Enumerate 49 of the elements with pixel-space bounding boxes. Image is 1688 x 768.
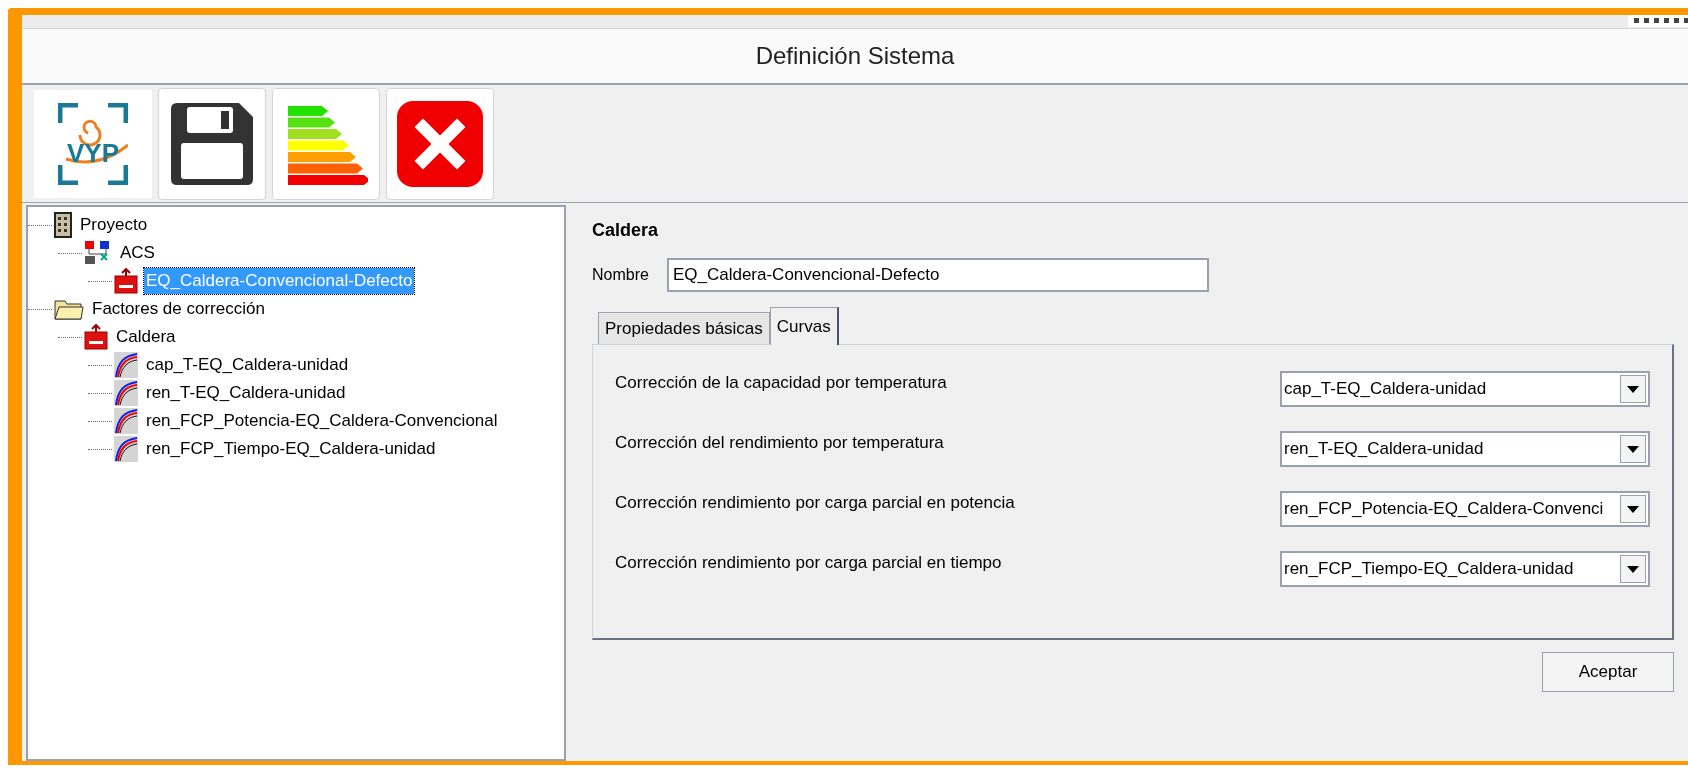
- curve-dropdown[interactable]: ren_FCP_Potencia-EQ_Caldera-Convenci: [1280, 491, 1650, 527]
- tree-item[interactable]: ren_FCP_Potencia-EQ_Caldera-Convencional: [144, 408, 500, 434]
- window-title: Definición Sistema: [755, 41, 955, 71]
- tab[interactable]: Propiedades básicas: [598, 312, 770, 344]
- curve-label: Corrección rendimiento por carga parcial en potencia: [615, 492, 1015, 515]
- tree-item[interactable]: Factores de corrección: [90, 296, 267, 322]
- dropdown-arrow-button[interactable]: [1620, 495, 1646, 523]
- tree-item[interactable]: ren_T-EQ_Caldera-unidad: [144, 380, 348, 406]
- curve-label: Corrección de la capacidad por temperatura: [615, 372, 947, 395]
- tree-item[interactable]: Proyecto: [78, 212, 150, 238]
- dropdown-value: ren_FCP_Tiempo-EQ_Caldera-unidad: [1284, 558, 1574, 581]
- tree-item[interactable]: Caldera: [114, 324, 178, 350]
- close-button[interactable]: [386, 87, 494, 200]
- dropdown-arrow-button[interactable]: [1620, 555, 1646, 583]
- tree-item[interactable]: ACS: [118, 240, 157, 266]
- tab[interactable]: Curvas: [769, 307, 839, 345]
- save-button[interactable]: [158, 87, 266, 200]
- accept-button[interactable]: Aceptar: [1542, 652, 1674, 692]
- section-heading: Caldera: [592, 219, 660, 242]
- curve-chart-icon: [114, 436, 138, 462]
- boiler-icon: [84, 324, 108, 350]
- curve-label: Corrección rendimiento por carga parcial en tiempo: [615, 552, 1002, 575]
- curve-chart-icon: [114, 352, 138, 378]
- caret-icon: [1627, 385, 1639, 393]
- dropdown-arrow-button[interactable]: [1620, 375, 1646, 403]
- dropdown-value: ren_T-EQ_Caldera-unidad: [1284, 438, 1484, 461]
- dropdown-value: cap_T-EQ_Caldera-unidad: [1284, 378, 1487, 401]
- tree-item[interactable]: ren_FCP_Tiempo-EQ_Caldera-unidad: [144, 436, 438, 462]
- network-icon: [84, 240, 112, 266]
- name-label: Nombre: [592, 265, 649, 285]
- boiler-icon: [114, 268, 138, 294]
- close-icon: [395, 98, 485, 189]
- curve-dropdown[interactable]: cap_T-EQ_Caldera-unidad: [1280, 371, 1650, 407]
- caret-icon: [1627, 505, 1639, 513]
- caret-icon: [1627, 445, 1639, 453]
- curve-chart-icon: [114, 408, 138, 434]
- building-icon: [54, 212, 72, 238]
- name-field[interactable]: EQ_Caldera-Convencional-Defecto: [666, 258, 1209, 292]
- curve-dropdown[interactable]: ren_FCP_Tiempo-EQ_Caldera-unidad: [1280, 551, 1650, 587]
- curve-chart-icon: [114, 380, 138, 406]
- dropdown-arrow-button[interactable]: [1620, 435, 1646, 463]
- dropdown-value: ren_FCP_Potencia-EQ_Caldera-Convenci: [1284, 498, 1604, 521]
- caret-icon: [1627, 565, 1639, 573]
- grip-icon: [1628, 15, 1688, 27]
- curve-dropdown[interactable]: ren_T-EQ_Caldera-unidad: [1280, 431, 1650, 467]
- folder-icon: [54, 297, 84, 321]
- tree-item[interactable]: cap_T-EQ_Caldera-unidad: [144, 352, 351, 378]
- curve-label: Corrección del rendimiento por temperatura: [615, 432, 944, 455]
- energy-rating-button[interactable]: [272, 87, 380, 200]
